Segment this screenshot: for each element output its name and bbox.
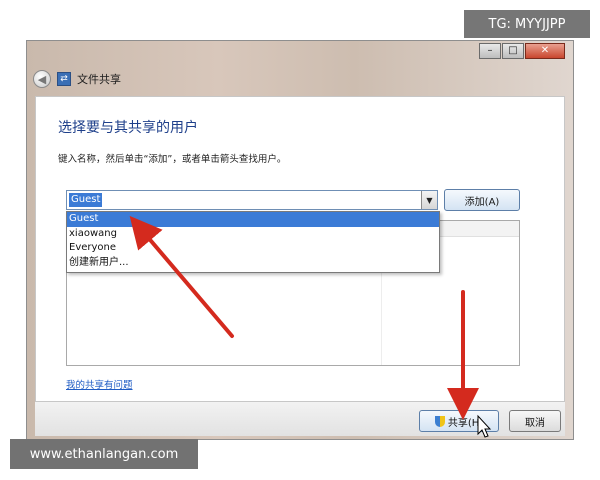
file-sharing-window: – □ ✕ ◀ ⇄ 文件共享 选择要与其共享的用户 键入名称，然后单击“添加”，… xyxy=(26,40,574,440)
file-sharing-icon: ⇄ xyxy=(57,72,71,86)
title-bar: ◀ ⇄ 文件共享 xyxy=(33,67,121,91)
dropdown-option-xiaowang[interactable]: xiaowang xyxy=(67,227,439,242)
close-button[interactable]: ✕ xyxy=(525,43,565,59)
shield-icon xyxy=(434,415,445,427)
dialog-footer: 共享(H) 取消 xyxy=(35,402,565,436)
back-arrow-icon[interactable]: ◀ xyxy=(33,70,51,88)
dropdown-option-create-user[interactable]: 创建新用户... xyxy=(67,256,439,271)
combo-selected-value: Guest xyxy=(69,193,103,207)
page-title: 选择要与其共享的用户 xyxy=(58,120,198,136)
watermark-top: TG: MYYJJPP xyxy=(464,10,590,38)
user-dropdown-list[interactable]: Guest xiaowang Everyone 创建新用户... xyxy=(66,211,440,273)
share-button[interactable]: 共享(H) xyxy=(419,410,499,432)
chevron-down-icon[interactable]: ▼ xyxy=(421,191,437,209)
user-combo-input[interactable]: Guest ▼ xyxy=(66,190,438,210)
add-button[interactable]: 添加(A) xyxy=(444,189,520,211)
window-controls: – □ ✕ xyxy=(479,43,565,59)
maximize-button[interactable]: □ xyxy=(502,43,524,59)
share-button-label: 共享(H) xyxy=(447,417,484,429)
dropdown-option-everyone[interactable]: Everyone xyxy=(67,241,439,256)
dialog-content: 选择要与其共享的用户 键入名称，然后单击“添加”，或者单击箭头查找用户。 Gue… xyxy=(35,96,565,402)
instruction-text: 键入名称，然后单击“添加”，或者单击箭头查找用户。 xyxy=(58,154,287,165)
watermark-bottom: www.ethanlangan.com xyxy=(10,439,198,469)
screenshot: – □ ✕ ◀ ⇄ 文件共享 选择要与其共享的用户 键入名称，然后单击“添加”，… xyxy=(0,0,600,480)
cancel-button[interactable]: 取消 xyxy=(509,410,561,432)
dropdown-option-guest[interactable]: Guest xyxy=(67,212,439,227)
sharing-help-link[interactable]: 我的共享有问题 xyxy=(66,377,133,391)
minimize-button[interactable]: – xyxy=(479,43,501,59)
window-title: 文件共享 xyxy=(77,73,121,86)
